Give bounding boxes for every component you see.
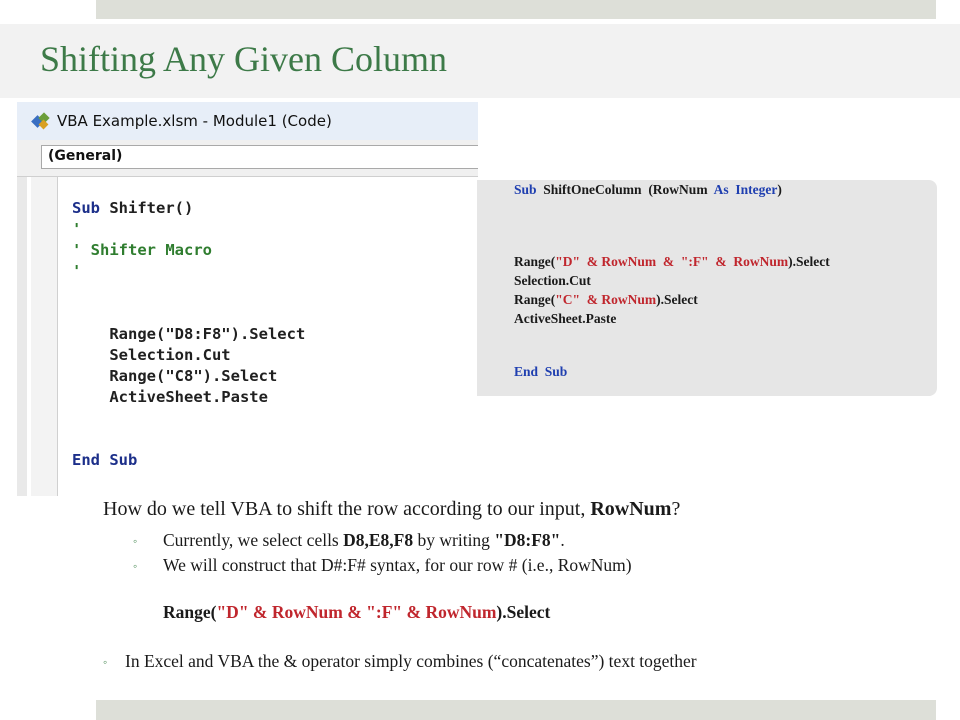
bullet-icon: ◦ [133,534,138,549]
kw-as: As [713,182,729,197]
bottom-decor-bar [96,700,936,720]
vba-gutter [31,177,58,496]
code-cut-line: Selection.Cut [514,273,591,288]
vba-code-line: ' [72,261,305,282]
vba-comment: ' [72,262,82,280]
range-example-close: ).Select [496,602,551,622]
vba-editor-window: VBA Example.xlsm - Module1 (Code) (Gener… [17,102,478,496]
bullet1-text-c: by writing [413,530,495,550]
sub-close: ) [777,182,782,197]
vba-comment: ' [72,220,82,238]
kw-integer: Integer [735,182,778,197]
code-panel: Sub ShiftOneColumn (RowNum As Integer) R… [477,180,937,396]
vba-toolbar: (General) [17,140,478,177]
range-c-close: ).Select [656,292,698,307]
bullet-icon: ◦ [103,655,108,670]
range-example-open: Range( [163,602,217,622]
bullet-concatenate: ◦ In Excel and VBA the & operator simply … [103,651,697,672]
vba-code-line: Sub Shifter() [72,198,305,219]
sub-name: ShiftOneColumn [543,182,642,197]
range-concat-expr: "D" & RowNum & ":F" & RowNum [555,254,789,269]
vba-code-line: ' [72,219,305,240]
bullet-current-selection: ◦ Currently, we select cells D8,E8,F8 by … [133,530,565,551]
vba-code-line: Selection.Cut [72,345,305,366]
code-range-c-line: Range("C" & RowNum).Select [514,292,698,308]
sub-param: (RowNum [648,182,708,197]
vba-left-margin [17,177,27,496]
vba-window-title: VBA Example.xlsm - Module1 (Code) [57,112,332,130]
vba-code-line: Range("C8").Select [72,366,305,387]
vba-end-sub: End Sub [72,451,138,469]
object-dropdown[interactable]: (General) [41,145,478,169]
vba-keyword: Sub [72,199,100,217]
question-text: How do we tell VBA to shift the row acco… [103,498,680,521]
range-example-expr: "D" & RowNum & ":F" & RowNum [216,602,497,622]
bullet1-text-a: Currently, we select cells [163,530,344,550]
question-mark: ? [671,498,681,520]
range-c-expr: "C" & RowNum [555,292,657,307]
vba-code-text: Shifter() [100,199,194,217]
vba-code-line: ' Shifter Macro [72,240,305,261]
bullet1-period: . [560,530,565,550]
vba-code-line [72,282,305,303]
slide-title: Shifting Any Given Column [40,39,448,79]
bullet3-text: In Excel and VBA the & operator simply c… [125,651,697,671]
vba-code-text: ActiveSheet.Paste [72,388,268,406]
vba-code-line: ActiveSheet.Paste [72,387,305,408]
range-c-open: Range( [514,292,556,307]
range-example-line: Range("D" & RowNum & ":F" & RowNum).Sele… [163,602,550,623]
question-rownum: RowNum [590,498,672,520]
vba-comment: ' Shifter Macro [72,241,212,259]
top-decor-bar [96,0,936,19]
vba-code-text: Selection.Cut [72,346,231,364]
bullet-construct-syntax: ◦ We will construct that D#:F# syntax, fo… [133,555,632,576]
code-range-line: Range("D" & RowNum & ":F" & RowNum).Sele… [514,254,830,270]
bullet1-cells: D8,E8,F8 [343,530,414,550]
object-dropdown-value: (General) [48,148,123,164]
vba-code-area[interactable]: Sub Shifter() ' ' Shifter Macro ' Range("D8… [72,198,305,408]
range-close: ).Select [788,254,830,269]
vba-module-icon [31,112,50,130]
bullet1-range: "D8:F8" [494,530,561,550]
vba-code-text: Range("C8").Select [72,367,278,385]
range-open: Range( [514,254,556,269]
vba-code-text: Range("D8:F8").Select [72,325,306,343]
code-paste-line: ActiveSheet.Paste [514,311,617,326]
question-part: How do we tell VBA to shift the row acco… [103,498,591,520]
code-end-sub: End Sub [514,364,568,379]
kw-sub: Sub [514,182,537,197]
bullet2-text: We will construct that D#:F# syntax, for… [163,555,632,575]
bullet-icon: ◦ [133,559,138,574]
vba-code-line [72,303,305,324]
vba-titlebar: VBA Example.xlsm - Module1 (Code) [17,102,478,141]
vba-code-line: Range("D8:F8").Select [72,324,305,345]
code-sub-line: Sub ShiftOneColumn (RowNum As Integer) [514,182,782,198]
